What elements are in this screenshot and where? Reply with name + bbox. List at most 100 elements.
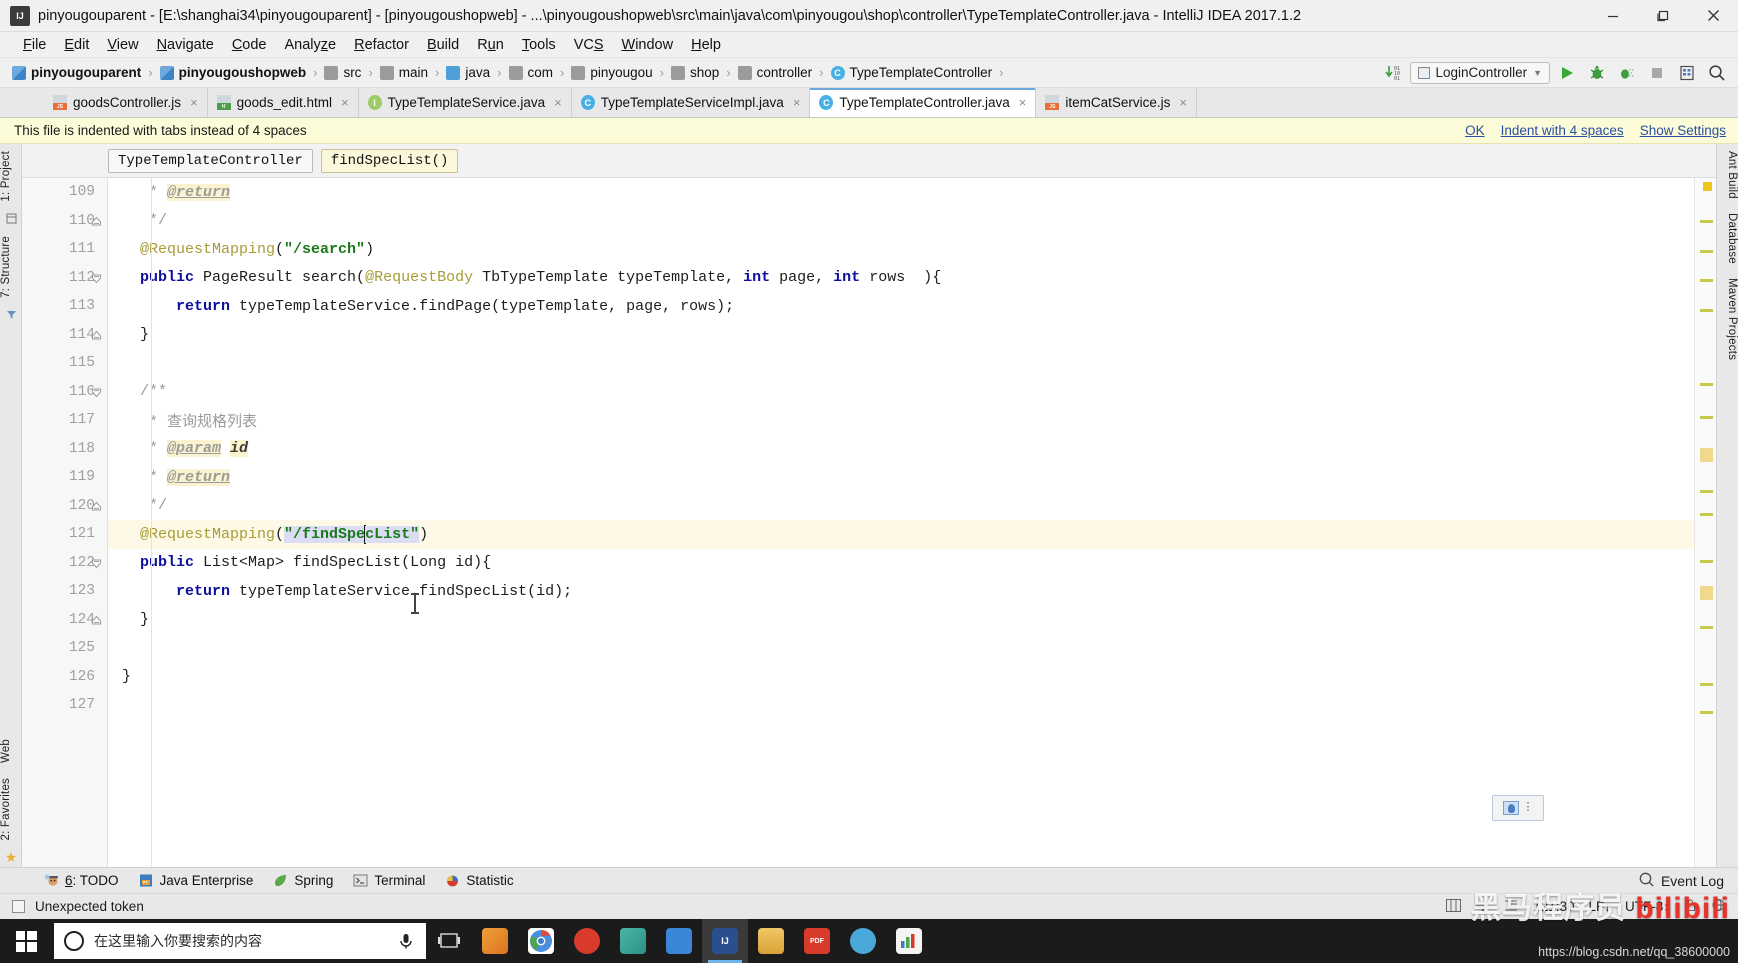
breadcrumb-item-pinyougoushopweb[interactable]: pinyougoushopweb bbox=[158, 65, 309, 80]
banner-indent-link[interactable]: Indent with 4 spaces bbox=[1501, 123, 1624, 138]
code-line[interactable]: return typeTemplateService .findPage(type… bbox=[108, 292, 1694, 321]
marker-stripe[interactable] bbox=[1700, 626, 1713, 629]
taskbar-app-explorer[interactable] bbox=[748, 919, 794, 963]
code-line[interactable]: } bbox=[108, 663, 1694, 692]
menu-build[interactable]: Build bbox=[418, 35, 468, 55]
menu-tools[interactable]: Tools bbox=[513, 35, 565, 55]
code-line[interactable]: @RequestMapping("/search") bbox=[108, 235, 1694, 264]
editor-tab-goods-edit-html[interactable]: goods_edit.html × bbox=[207, 88, 359, 117]
marker-stripe[interactable] bbox=[1700, 560, 1713, 563]
editor-marker-strip[interactable] bbox=[1694, 178, 1716, 867]
maximize-button[interactable] bbox=[1638, 0, 1688, 32]
breadcrumb-item-com[interactable]: com bbox=[507, 65, 556, 80]
run-with-coverage-icon[interactable] bbox=[1614, 61, 1640, 85]
taskbar-app-pdf[interactable]: PDF bbox=[794, 919, 840, 963]
menu-analyze[interactable]: Analyze bbox=[276, 35, 346, 55]
favorites-star-icon[interactable]: ★ bbox=[0, 847, 21, 867]
menu-vcs[interactable]: VCS bbox=[565, 35, 613, 55]
tool-window-todo[interactable]: 6: TODO bbox=[44, 873, 119, 888]
marker-stripe[interactable] bbox=[1700, 383, 1713, 386]
lock-icon[interactable] bbox=[1684, 898, 1697, 915]
breadcrumb-item-typetemplatecontroller[interactable]: C TypeTemplateController bbox=[829, 65, 995, 80]
taskbar-app-intellij[interactable]: IJ bbox=[702, 919, 748, 963]
fold-collapse-icon[interactable] bbox=[91, 330, 102, 341]
taskbar-app-chart[interactable] bbox=[886, 919, 932, 963]
hector-icon[interactable] bbox=[1711, 898, 1726, 915]
code-line[interactable] bbox=[108, 634, 1694, 663]
breadcrumb-item-controller[interactable]: controller bbox=[736, 65, 815, 80]
marker-stripe[interactable] bbox=[1700, 711, 1713, 714]
search-input-placeholder[interactable]: 在这里输入你要搜索的内容 bbox=[94, 931, 386, 951]
minimize-button[interactable] bbox=[1588, 0, 1638, 32]
code-line[interactable]: * @return bbox=[108, 463, 1694, 492]
status-toggle-icon[interactable] bbox=[12, 900, 25, 913]
taskbar-app-blue-square[interactable] bbox=[656, 919, 702, 963]
breadcrumb-item-src[interactable]: src bbox=[322, 65, 363, 80]
code-line[interactable]: * @return bbox=[108, 178, 1694, 207]
taskbar-app-lightblue[interactable] bbox=[840, 919, 886, 963]
project-structure-small-icon[interactable] bbox=[0, 209, 21, 229]
breadcrumb-item-main[interactable]: main bbox=[378, 65, 430, 80]
filter-icon[interactable] bbox=[0, 304, 21, 324]
banner-ok-link[interactable]: OK bbox=[1465, 123, 1485, 138]
marker-block[interactable] bbox=[1700, 448, 1713, 462]
microphone-icon[interactable] bbox=[396, 931, 416, 951]
rail-item-maven-projects[interactable]: Maven Projects bbox=[1717, 271, 1738, 367]
close-icon[interactable]: × bbox=[793, 95, 801, 110]
code-line[interactable] bbox=[108, 349, 1694, 378]
close-icon[interactable]: × bbox=[190, 95, 198, 110]
marker-stripe[interactable] bbox=[1700, 220, 1713, 223]
editor-tab-itemcatservice-js[interactable]: itemCatService.js × bbox=[1036, 88, 1197, 117]
compile-icon[interactable]: 01 10 01 bbox=[1380, 61, 1406, 85]
code-line[interactable]: @RequestMapping("/findSpe cList") bbox=[108, 520, 1694, 549]
menu-edit[interactable]: Edit bbox=[55, 35, 98, 55]
windows-start-icon[interactable] bbox=[0, 919, 52, 963]
debug-icon[interactable] bbox=[1584, 61, 1610, 85]
marker-block[interactable] bbox=[1700, 586, 1713, 600]
editor-tab-goodscontroller-js[interactable]: goodsController.js × bbox=[44, 88, 208, 117]
breadcrumb-item-pinyougouparent[interactable]: pinyougouparent bbox=[10, 65, 143, 80]
marker-stripe[interactable] bbox=[1700, 279, 1713, 282]
search-everywhere-icon[interactable] bbox=[1704, 61, 1730, 85]
structure-crumb-method[interactable]: findSpecList() bbox=[320, 148, 459, 173]
close-button[interactable] bbox=[1688, 0, 1738, 32]
tool-window-statistic[interactable]: Statistic bbox=[445, 873, 514, 888]
close-icon[interactable]: × bbox=[554, 95, 562, 110]
rail-item-favorites[interactable]: 2: Favorites bbox=[0, 771, 21, 847]
stop-icon[interactable] bbox=[1644, 61, 1670, 85]
fold-collapse-icon[interactable] bbox=[91, 501, 102, 512]
menu-code[interactable]: Code bbox=[223, 35, 276, 55]
ui-designer-icon[interactable] bbox=[1674, 61, 1700, 85]
menu-run[interactable]: Run bbox=[468, 35, 513, 55]
file-encoding[interactable]: UTF-8↕ bbox=[1625, 899, 1670, 914]
close-icon[interactable]: × bbox=[341, 95, 349, 110]
code-line[interactable]: public PageResult search(@RequestBody Tb… bbox=[108, 264, 1694, 293]
rail-item-ant-build[interactable]: Ant Build bbox=[1717, 144, 1738, 206]
banner-settings-link[interactable]: Show Settings bbox=[1640, 123, 1726, 138]
code-line[interactable]: public List<Map> findSpecList(Long id){ bbox=[108, 549, 1694, 578]
editor-tab-typetemplateserviceimpl-java[interactable]: C TypeTemplateServiceImpl.java × bbox=[571, 88, 811, 117]
breadcrumb-item-java[interactable]: java bbox=[444, 65, 492, 80]
code-line[interactable]: * 查询规格列表 bbox=[108, 406, 1694, 435]
status-wrap-icon[interactable] bbox=[1475, 899, 1490, 915]
tool-window-terminal[interactable]: Terminal bbox=[353, 873, 425, 888]
task-view-icon[interactable] bbox=[426, 919, 472, 963]
menu-navigate[interactable]: Navigate bbox=[148, 35, 223, 55]
marker-warning[interactable] bbox=[1703, 182, 1712, 191]
code-line[interactable]: * @param id bbox=[108, 435, 1694, 464]
close-icon[interactable]: × bbox=[1019, 95, 1027, 110]
fold-expand-icon[interactable] bbox=[91, 387, 102, 398]
fold-expand-icon[interactable] bbox=[91, 273, 102, 284]
marker-stripe[interactable] bbox=[1700, 250, 1713, 253]
menu-file[interactable]: File bbox=[14, 35, 55, 55]
taskbar-app-chrome[interactable] bbox=[518, 919, 564, 963]
editor-gutter[interactable]: 109 110 111 112 113 114 115 116 117 118 119 120 121 1… bbox=[22, 178, 108, 867]
event-log-label[interactable]: Event Log bbox=[1661, 873, 1724, 889]
tool-window-spring[interactable]: Spring bbox=[273, 873, 333, 888]
breadcrumb-item-shop[interactable]: shop bbox=[669, 65, 721, 80]
taskbar-app-orange[interactable] bbox=[472, 919, 518, 963]
marker-stripe[interactable] bbox=[1700, 416, 1713, 419]
rail-item-project[interactable]: 1: Project bbox=[0, 144, 21, 209]
code-line[interactable]: */ bbox=[108, 492, 1694, 521]
structure-crumb-class[interactable]: TypeTemplateController bbox=[108, 148, 313, 173]
